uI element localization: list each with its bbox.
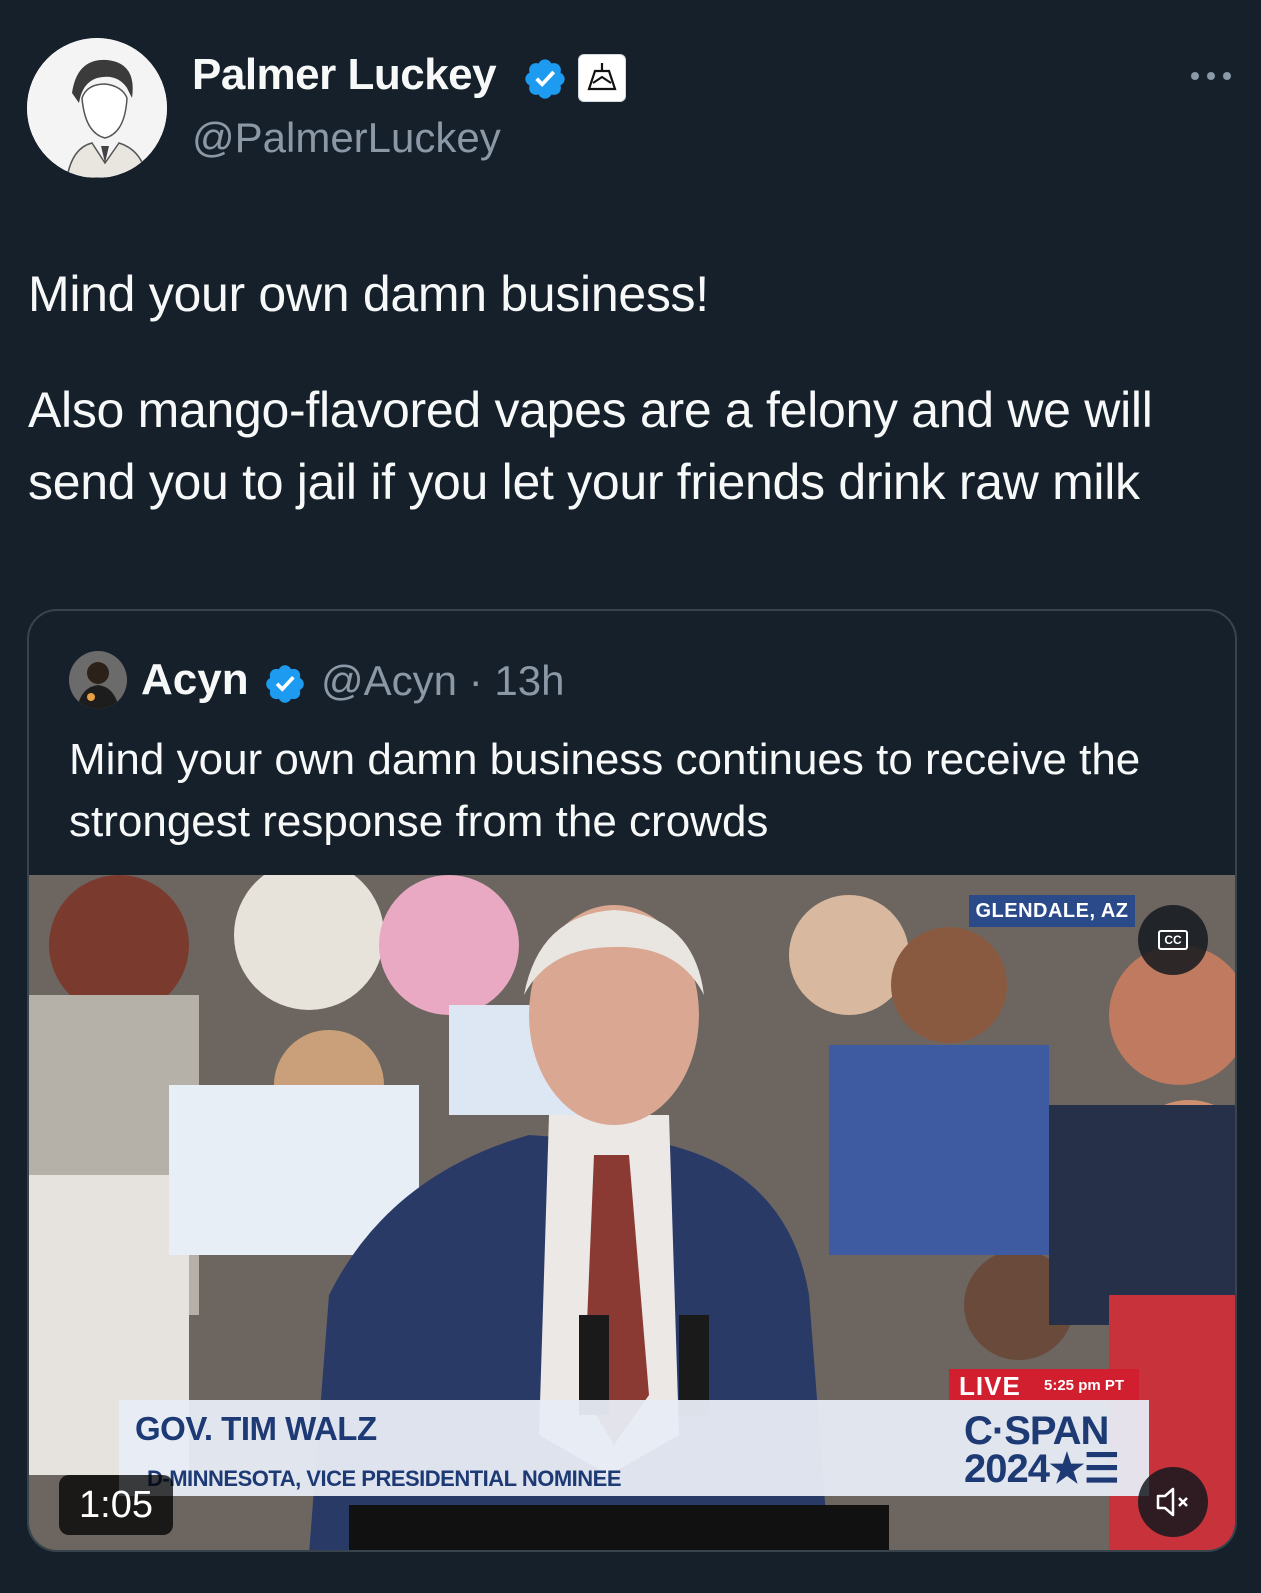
tweet-paragraph-line: send you to jail if you let your friends…	[28, 454, 1140, 510]
video-duration: 1:05	[59, 1475, 173, 1535]
author-avatar[interactable]	[27, 38, 167, 178]
live-badge: LIVE 5:25 pm PT	[949, 1369, 1139, 1401]
network-logo-line: C·SPAN	[964, 1409, 1109, 1453]
live-time: 5:25 pm PT	[1044, 1377, 1125, 1394]
author-handle[interactable]: @PalmerLuckey	[192, 114, 501, 162]
quoted-timestamp[interactable]: 13h	[494, 657, 564, 704]
quoted-meta: @Acyn · 13h	[321, 657, 564, 705]
quoted-text: Mind your own damn business continues to…	[69, 735, 1141, 846]
chyron-name: GOV. TIM WALZ	[135, 1410, 377, 1447]
tweet-paragraph: Mind your own damn business!	[28, 266, 709, 322]
network-logo-line: 2024★☰	[964, 1447, 1120, 1491]
verified-badge-icon	[266, 665, 304, 703]
tweet-paragraph-line: Also mango-flavored vapes are a felony a…	[28, 382, 1153, 438]
closed-captions-icon[interactable]: CC	[1138, 905, 1208, 975]
quoted-author-handle[interactable]: @Acyn	[321, 657, 457, 704]
network-logo: C·SPAN 2024★☰	[964, 1409, 1120, 1491]
meta-separator: ·	[468, 657, 483, 704]
more-options-icon[interactable]	[1188, 68, 1234, 84]
quoted-author-avatar[interactable]	[69, 651, 127, 709]
chyron-subtitle: D-MINNESOTA, VICE PRESIDENTIAL NOMINEE	[147, 1466, 622, 1491]
location-badge: GLENDALE, AZ	[969, 895, 1135, 927]
quoted-author-name[interactable]: Acyn	[141, 655, 249, 705]
affiliate-logo-icon[interactable]	[578, 54, 626, 102]
video-player[interactable]: GLENDALE, AZ CC LIVE 5:25 pm PT GOV. TIM…	[29, 875, 1235, 1550]
live-label: LIVE	[959, 1371, 1021, 1401]
quoted-tweet[interactable]: Acyn @Acyn · 13h Mind your own damn busi…	[27, 609, 1237, 1552]
tweet-text: Mind your own damn business! Also mango-…	[28, 258, 1253, 518]
author-name[interactable]: Palmer Luckey	[192, 50, 497, 100]
muted-speaker-icon[interactable]	[1138, 1467, 1208, 1537]
verified-badge-icon	[525, 59, 565, 99]
tweet: Palmer Luckey @PalmerLuckey Mind your ow…	[0, 0, 1261, 1593]
